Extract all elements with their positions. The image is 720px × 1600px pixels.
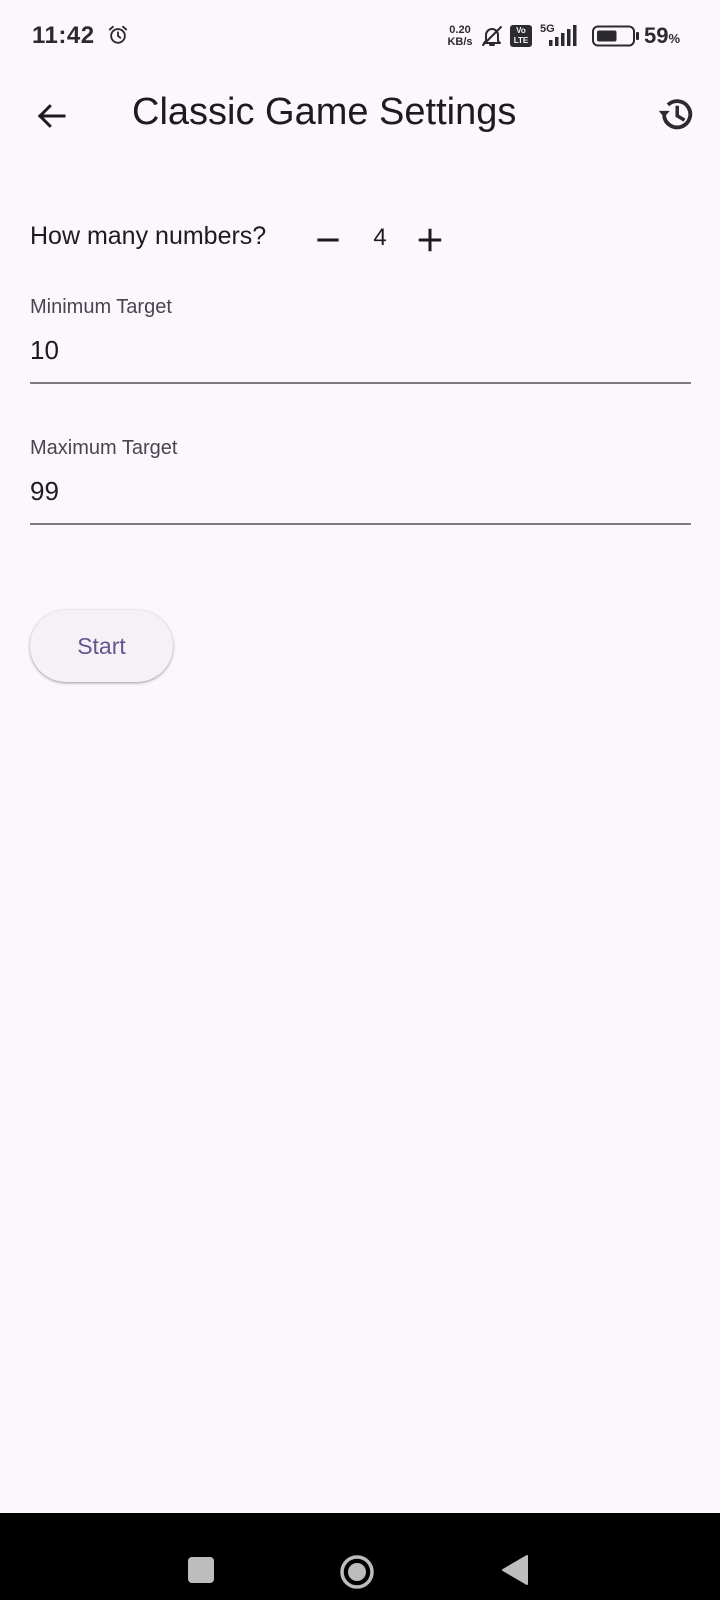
battery-level-unit: %: [668, 31, 681, 46]
mute-icon: [482, 26, 502, 46]
alarm-icon: [108, 25, 128, 44]
number-count-label: How many numbers?: [30, 222, 267, 250]
history-button[interactable]: [648, 88, 704, 140]
network-speed-unit: KB/s: [447, 36, 473, 48]
minimum-target-label: Minimum Target: [30, 296, 172, 318]
home-icon[interactable]: [339, 1554, 375, 1590]
increment-button[interactable]: [408, 218, 452, 262]
back-icon[interactable]: [501, 1554, 529, 1586]
plus-icon: [418, 228, 442, 252]
maximum-target-input[interactable]: [30, 471, 691, 511]
history-icon: [658, 99, 693, 130]
maximum-target-underline: [30, 523, 691, 525]
system-nav-bar: [0, 1513, 720, 1600]
minimum-target-underline: [30, 382, 691, 384]
decrement-button[interactable]: [306, 218, 350, 262]
network-speed: 0.20 KB/s: [443, 24, 477, 48]
volte-icon: Vo LTE: [510, 25, 532, 47]
minimum-target-input[interactable]: [30, 330, 691, 370]
minimum-target-field: Minimum Target: [30, 296, 691, 388]
battery-level-value: 59: [644, 23, 669, 48]
battery-level: 59%: [644, 23, 680, 49]
status-time: 11:42: [32, 22, 95, 49]
maximum-target-label: Maximum Target: [30, 437, 178, 459]
battery-icon: [592, 25, 639, 47]
back-button[interactable]: [24, 88, 80, 144]
network-type-label: 5G: [540, 23, 555, 35]
minus-icon: [317, 238, 339, 242]
recents-icon[interactable]: [188, 1557, 214, 1583]
number-count-value: 4: [373, 224, 387, 251]
arrow-left-icon: [37, 104, 66, 128]
maximum-target-field: Maximum Target: [30, 437, 691, 529]
volte-bottom-label: LTE: [513, 36, 529, 45]
network-speed-value: 0.20: [449, 24, 471, 36]
volte-top-label: Vo: [516, 26, 526, 35]
start-button[interactable]: Start: [30, 610, 173, 682]
signal-icon: 5G: [540, 23, 577, 46]
page-title: Classic Game Settings: [132, 91, 517, 133]
status-bar: 11:42 0.20 KB/s Vo LTE 5G 59%: [0, 0, 720, 72]
